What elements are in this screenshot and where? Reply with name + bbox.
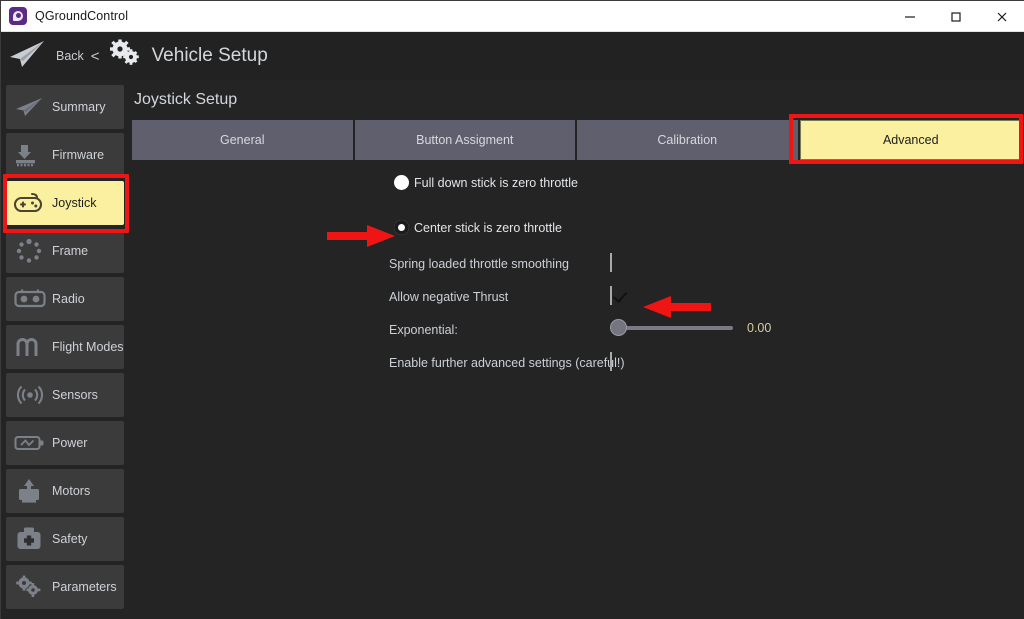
- joystick-setup-panel: Joystick Setup General Button Assigment …: [129, 80, 1024, 619]
- checkbox-allow-negative-thrust[interactable]: [610, 286, 612, 305]
- minimize-icon: [905, 15, 915, 18]
- maximize-icon: [951, 11, 961, 22]
- radio-center-stick-zero-throttle[interactable]: Center stick is zero throttle: [394, 220, 562, 235]
- sidebar-item-parameters[interactable]: Parameters: [6, 565, 124, 609]
- first-aid-kit-icon: [12, 526, 48, 552]
- sidebar-item-label: Radio: [52, 292, 85, 306]
- sidebar-item-firmware[interactable]: Firmware: [6, 133, 124, 177]
- motor-icon: [12, 478, 48, 504]
- exponential-slider[interactable]: 0.00: [610, 319, 772, 336]
- sidebar-item-label: Safety: [52, 532, 88, 546]
- close-icon: [997, 12, 1007, 21]
- option-label: Spring loaded throttle smoothing: [389, 257, 569, 271]
- sidebar-item-label: Sensors: [52, 388, 98, 402]
- sidebar-item-label: Summary: [52, 100, 106, 114]
- radio-label: Full down stick is zero throttle: [414, 175, 578, 190]
- checkbox-spring-loaded-throttle-smoothing[interactable]: [610, 253, 612, 272]
- sidebar-item-label: Frame: [52, 244, 89, 258]
- app-header: Back < Vehicle Setup: [1, 32, 1024, 80]
- waveform-icon: [12, 336, 48, 358]
- radio-controller-icon: [12, 289, 48, 309]
- slider-handle[interactable]: [610, 319, 627, 336]
- sidebar-item-safety[interactable]: Safety: [6, 517, 124, 561]
- paper-plane-icon: [8, 38, 48, 75]
- gamepad-icon: [12, 192, 48, 214]
- chevron-left-icon: <: [90, 47, 100, 65]
- window-title: QGroundControl: [35, 9, 129, 23]
- tab-advanced[interactable]: Advanced: [799, 120, 1022, 160]
- minimize-button[interactable]: [887, 1, 933, 32]
- paper-plane-icon: [12, 96, 48, 118]
- page-title: Vehicle Setup: [151, 45, 268, 66]
- close-button[interactable]: [979, 1, 1024, 32]
- sidebar-item-sensors[interactable]: Sensors: [6, 373, 124, 417]
- back-button[interactable]: Back: [56, 49, 84, 63]
- radio-full-down-stick-zero-throttle[interactable]: Full down stick is zero throttle: [394, 175, 578, 190]
- tab-calibration[interactable]: Calibration: [577, 120, 800, 160]
- option-exponential: Exponential:: [389, 323, 458, 337]
- sidebar-item-label: Parameters: [52, 580, 117, 594]
- sidebar-item-frame[interactable]: Frame: [6, 229, 124, 273]
- gears-icon: [12, 575, 48, 599]
- qgroundcontrol-window: QGroundControl Back < Vehicle Setup Summ…: [0, 0, 1024, 619]
- gears-icon: [108, 39, 142, 74]
- vehicle-setup-sidebar: Summary Firmware Joystick Frame Radio Fl…: [1, 80, 129, 619]
- sidebar-item-power[interactable]: Power: [6, 421, 124, 465]
- radio-button-icon: [394, 220, 409, 235]
- sensor-waves-icon: [12, 383, 48, 407]
- slider-track[interactable]: [610, 319, 733, 336]
- sidebar-item-radio[interactable]: Radio: [6, 277, 124, 321]
- sidebar-item-label: Power: [52, 436, 88, 450]
- option-enable-further-advanced-settings: Enable further advanced settings (carefu…: [389, 356, 625, 370]
- sidebar-item-flight-modes[interactable]: Flight Modes: [6, 325, 124, 369]
- window-titlebar: QGroundControl: [1, 1, 1024, 32]
- maximize-button[interactable]: [933, 1, 979, 32]
- joystick-tab-bar: General Button Assigment Calibration Adv…: [132, 120, 1022, 160]
- exponential-value: 0.00: [747, 321, 772, 335]
- radio-button-icon: [394, 175, 409, 190]
- sidebar-item-label: Motors: [52, 484, 91, 498]
- option-label: Enable further advanced settings (carefu…: [389, 356, 625, 370]
- sidebar-item-label: Joystick: [52, 196, 97, 210]
- checkbox-enable-further-advanced-settings[interactable]: [610, 352, 612, 371]
- tab-general[interactable]: General: [132, 120, 355, 160]
- sidebar-item-summary[interactable]: Summary: [6, 85, 124, 129]
- frame-dots-icon: [12, 238, 48, 264]
- sidebar-item-label: Firmware: [52, 148, 105, 162]
- radio-label: Center stick is zero throttle: [414, 220, 562, 235]
- option-label: Allow negative Thrust: [389, 290, 509, 304]
- download-chip-icon: [12, 143, 48, 167]
- window-controls: [887, 1, 1024, 32]
- joystick-setup-title: Joystick Setup: [134, 91, 238, 108]
- tab-button-assignment[interactable]: Button Assigment: [354, 120, 577, 160]
- sidebar-item-joystick[interactable]: Joystick: [6, 181, 124, 225]
- exponential-label: Exponential:: [389, 323, 458, 337]
- battery-icon: [12, 434, 48, 452]
- sidebar-item-motors[interactable]: Motors: [6, 469, 124, 513]
- option-allow-negative-thrust: Allow negative Thrust: [389, 290, 508, 304]
- qgroundcontrol-logo-icon: [9, 7, 27, 25]
- option-spring-loaded-throttle-smoothing: Spring loaded throttle smoothing: [389, 257, 569, 271]
- sidebar-item-label: Flight Modes: [52, 340, 124, 354]
